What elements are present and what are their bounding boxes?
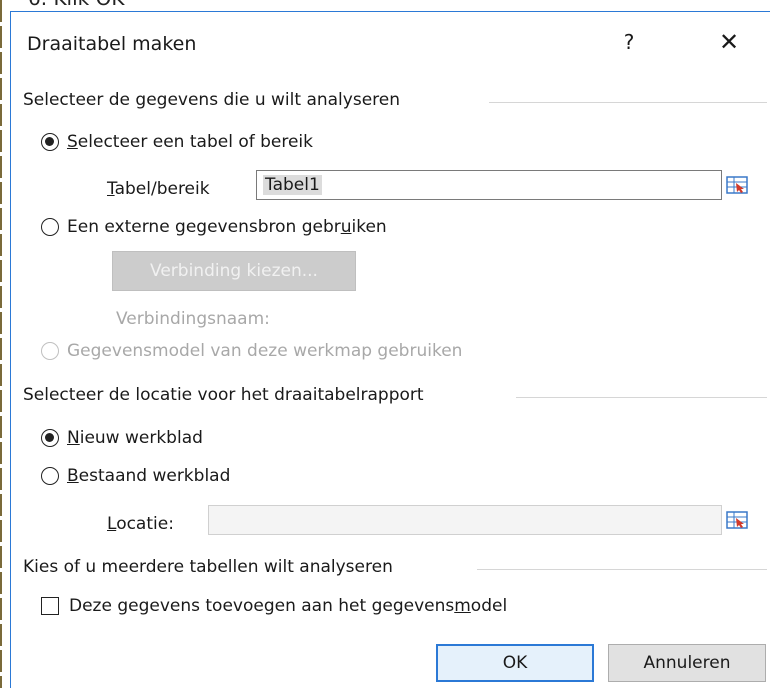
location-label: Locatie: — [107, 514, 174, 534]
checkbox-unchecked-icon — [41, 597, 59, 615]
group-label-location: Selecteer de locatie voor het draaitabel… — [23, 385, 432, 405]
location-input[interactable] — [208, 505, 722, 535]
radio-select-table[interactable]: Selecteer een tabel of bereik — [41, 132, 313, 152]
radio-selected-icon — [41, 133, 59, 151]
choose-connection-button[interactable]: Verbinding kiezen... — [112, 251, 356, 291]
group-divider — [477, 569, 767, 570]
step-caption: 6. Klik OK — [28, 0, 124, 10]
ok-button[interactable]: OK — [436, 644, 594, 682]
close-button[interactable]: ✕ — [707, 22, 751, 62]
radio-select-table-label: Selecteer een tabel of bereik — [67, 132, 313, 152]
table-range-value: Tabel1 — [263, 175, 322, 195]
cancel-button[interactable]: Annuleren — [608, 644, 766, 682]
add-to-data-model-label: Deze gegevens toevoegen aan het gegevens… — [69, 596, 508, 616]
table-range-input[interactable]: Tabel1 — [256, 170, 722, 200]
help-button[interactable]: ? — [607, 22, 651, 62]
location-collapse-button[interactable] — [722, 505, 752, 535]
radio-existing-worksheet-label: Bestaand werkblad — [67, 466, 231, 486]
create-pivottable-dialog: Draaitabel maken ? ✕ Selecteer de gegeve… — [10, 11, 770, 688]
radio-disabled-icon — [41, 342, 59, 360]
radio-unselected-icon — [41, 218, 59, 236]
radio-external-source-label: Een externe gegevensbron gebruiken — [67, 217, 387, 237]
table-range-collapse-button[interactable] — [722, 170, 752, 200]
radio-data-model-label: Gegevensmodel van deze werkmap gebruiken — [67, 341, 463, 361]
radio-external-source[interactable]: Een externe gegevensbron gebruiken — [41, 217, 387, 237]
dialog-title: Draaitabel maken — [27, 33, 197, 55]
group-divider — [516, 397, 767, 398]
radio-existing-worksheet[interactable]: Bestaand werkblad — [41, 466, 230, 486]
close-icon: ✕ — [718, 28, 740, 56]
radio-unselected-icon — [41, 467, 59, 485]
range-selector-icon — [726, 176, 748, 194]
range-selector-icon — [726, 511, 748, 529]
connection-name-label: Verbindingsnaam: — [116, 309, 270, 329]
radio-data-model[interactable]: Gegevensmodel van deze werkmap gebruiken — [41, 341, 462, 361]
document-margin-line — [0, 0, 2, 688]
group-divider — [489, 102, 767, 103]
radio-selected-icon — [41, 429, 59, 447]
group-label-data: Selecteer de gegevens die u wilt analyse… — [23, 90, 408, 110]
group-label-multi: Kies of u meerdere tabellen wilt analyse… — [23, 557, 401, 577]
add-to-data-model-checkbox[interactable]: Deze gegevens toevoegen aan het gegevens… — [41, 596, 507, 616]
radio-new-worksheet-label: Nieuw werkblad — [67, 428, 203, 448]
radio-new-worksheet[interactable]: Nieuw werkblad — [41, 428, 203, 448]
dialog-titlebar: Draaitabel maken ? ✕ — [11, 12, 771, 72]
table-range-label: Tabel/bereik — [107, 179, 210, 199]
